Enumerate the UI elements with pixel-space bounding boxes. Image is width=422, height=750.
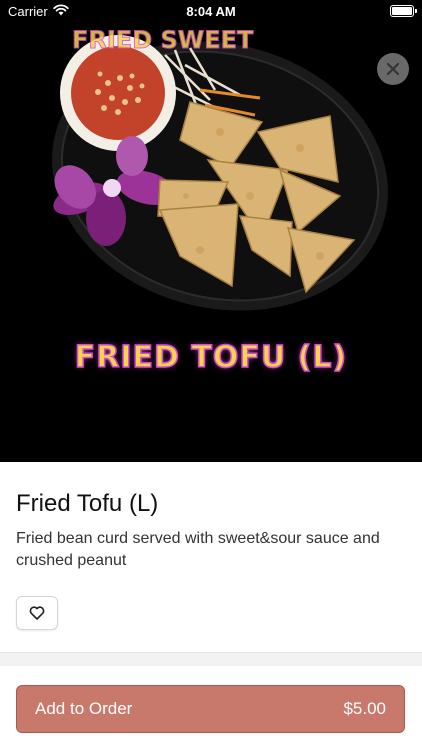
item-description: Fried bean curd served with sweet&sour s… bbox=[16, 530, 380, 569]
heart-icon bbox=[29, 606, 45, 620]
item-photo: Carrier 8:04 AM FRIED SWEET FRIED TOFU (… bbox=[0, 0, 422, 462]
close-icon bbox=[386, 62, 400, 76]
price-label: $5.00 bbox=[343, 699, 386, 718]
favorite-button[interactable] bbox=[16, 596, 58, 630]
status-bar: Carrier 8:04 AM bbox=[0, 0, 422, 22]
hero-caption: FRIED TOFU (L) bbox=[74, 339, 348, 376]
close-button[interactable] bbox=[377, 53, 409, 85]
battery-icon bbox=[390, 5, 417, 17]
food-illustration bbox=[51, 35, 389, 311]
add-to-order-label: Add to Order bbox=[35, 699, 133, 718]
hero-caption-top: FRIED SWEET bbox=[71, 26, 254, 55]
add-to-order-button[interactable]: Add to Order $5.00 bbox=[16, 685, 405, 733]
item-title: Fried Tofu (L) bbox=[16, 490, 159, 517]
status-time: 8:04 AM bbox=[186, 4, 236, 19]
item-details: Fried Tofu (L) Fried bean curd served wi… bbox=[0, 462, 422, 630]
section-divider bbox=[0, 652, 422, 666]
